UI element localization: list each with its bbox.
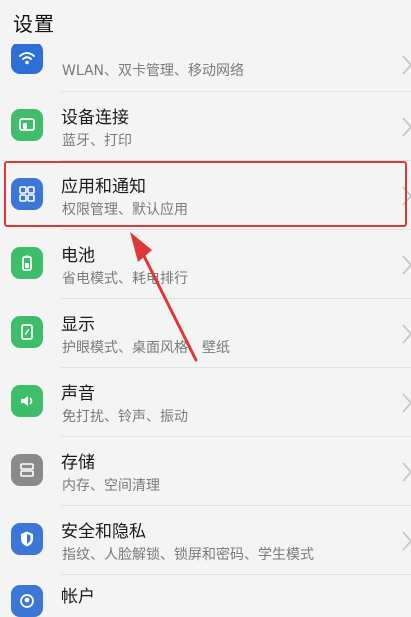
- shield-icon: [11, 523, 43, 555]
- chevron-right-icon: [401, 461, 411, 483]
- storage-icon: [11, 454, 43, 486]
- chevron-right-icon: [401, 323, 411, 345]
- settings-item-subtitle: 蓝牙、打印: [62, 133, 132, 149]
- chevron-right-icon: [401, 54, 411, 76]
- settings-item-subtitle: 省电模式、耗电排行: [62, 271, 188, 287]
- settings-item-sound[interactable]: 声音 免打扰、铃声、振动: [0, 368, 411, 436]
- settings-item-subtitle: 护眼模式、桌面风格、壁纸: [62, 340, 230, 356]
- battery-icon: [11, 247, 43, 279]
- device-connection-icon: [11, 109, 43, 141]
- chevron-right-icon: [401, 254, 411, 276]
- settings-item-title: 声音: [61, 384, 95, 404]
- settings-list: WLAN、双卡管理、移动网络 设备连接 蓝牙、打印 应用和通知 权限管理、默认应…: [0, 0, 411, 617]
- settings-item-battery[interactable]: 电池 省电模式、耗电排行: [0, 230, 411, 298]
- settings-item-title: 存储: [61, 453, 95, 473]
- settings-item-subtitle: 内存、空间清理: [62, 478, 160, 494]
- settings-item-title: 显示: [61, 315, 95, 335]
- settings-item-title: 帐户: [61, 587, 95, 607]
- highlight-box: [4, 161, 407, 227]
- settings-item-title: 电池: [61, 246, 95, 266]
- settings-item-subtitle: 免打扰、铃声、振动: [62, 409, 188, 425]
- settings-item-subtitle: 指纹、人脸解锁、锁屏和密码、学生模式: [62, 547, 314, 563]
- chevron-right-icon: [401, 530, 411, 552]
- wifi-icon: [11, 42, 43, 74]
- settings-item-display[interactable]: 显示 护眼模式、桌面风格、壁纸: [0, 299, 411, 367]
- display-icon: [11, 316, 43, 348]
- settings-item-subtitle: WLAN、双卡管理、移动网络: [62, 63, 245, 79]
- account-icon: [11, 585, 43, 617]
- app-header: 设置: [0, 0, 411, 44]
- chevron-right-icon: [401, 116, 411, 138]
- settings-item-title: 安全和隐私: [61, 522, 146, 542]
- settings-item-security-privacy[interactable]: 安全和隐私 指纹、人脸解锁、锁屏和密码、学生模式: [0, 506, 411, 574]
- settings-item-title: 设备连接: [61, 108, 129, 128]
- settings-item-storage[interactable]: 存储 内存、空间清理: [0, 437, 411, 505]
- page-title: 设置: [13, 12, 55, 36]
- settings-item-device-connection[interactable]: 设备连接 蓝牙、打印: [0, 92, 411, 160]
- settings-item-account[interactable]: 帐户: [0, 575, 411, 617]
- speaker-icon: [11, 385, 43, 417]
- chevron-right-icon: [401, 392, 411, 414]
